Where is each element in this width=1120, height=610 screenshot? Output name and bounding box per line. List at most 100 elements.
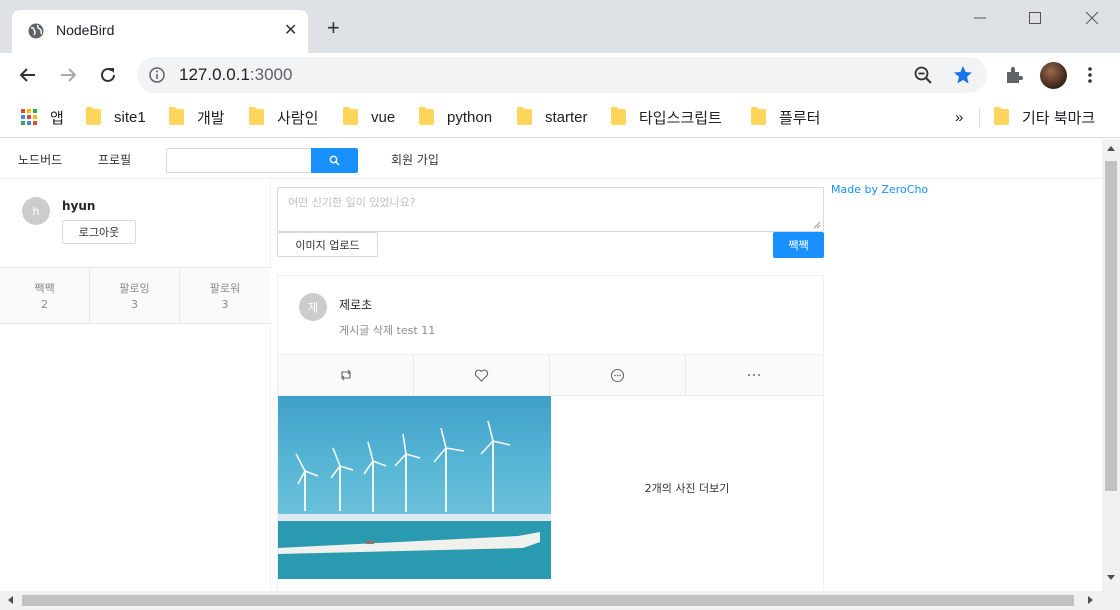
extensions-icon[interactable] [1004, 65, 1024, 85]
new-tab-icon[interactable]: + [327, 17, 340, 39]
bookmark-folder[interactable]: site1 [86, 107, 146, 127]
url-port: :3000 [249, 65, 293, 84]
post-author: 제로초 [339, 298, 373, 312]
search-button[interactable] [311, 148, 358, 173]
post-textarea[interactable]: 어떤 신기한 일이 있었나요? [277, 187, 824, 232]
bookmark-folder[interactable]: 플루터 [751, 107, 820, 127]
url-host: 127.0.0.1 [179, 65, 250, 84]
bookmark-apps[interactable]: 앱 [21, 107, 64, 127]
bookmark-label: vue [371, 108, 396, 126]
folder-icon [169, 107, 184, 125]
folder-icon [994, 107, 1009, 125]
folder-icon [517, 107, 532, 125]
bookmark-label: 플루터 [779, 109, 821, 127]
more-vert-icon[interactable] [1085, 65, 1095, 85]
zoom-out-icon[interactable] [914, 66, 932, 84]
bookmark-label: 앱 [50, 109, 64, 127]
retweet-button[interactable] [278, 355, 414, 395]
apps-grid-icon [21, 109, 37, 125]
globe-icon [28, 23, 44, 39]
folder-icon [343, 107, 358, 125]
minimize-icon[interactable] [970, 8, 990, 28]
post-image[interactable] [278, 396, 551, 579]
menu-profile-link[interactable]: 프로필 [98, 151, 131, 168]
bookmark-label: 기타 북마크 [1022, 109, 1096, 127]
horizontal-scrollbar[interactable] [0, 591, 1120, 610]
browser-tab[interactable]: NodeBird ✕ [12, 10, 308, 53]
like-button[interactable] [414, 355, 550, 395]
menu-signup-link[interactable]: 회원 가입 [391, 151, 439, 168]
search-input[interactable] [166, 148, 312, 173]
stat-label: 팔로워 [209, 282, 241, 295]
stat-label: 짹짹 [34, 282, 55, 295]
back-arrow-icon[interactable] [17, 64, 39, 86]
bookmark-folder[interactable]: 사람인 [249, 107, 318, 127]
scroll-left-icon[interactable] [7, 596, 13, 604]
close-icon[interactable]: ✕ [284, 22, 297, 38]
post-card: 제 제로초 게시글 삭제 test 11 2개의 사진 더보기 [277, 275, 824, 591]
bookmark-label: 사람인 [277, 109, 319, 127]
bookmark-folder[interactable]: starter [517, 107, 588, 127]
folder-icon [611, 107, 626, 125]
tab-title: NodeBird [56, 22, 115, 38]
heart-icon [474, 369, 489, 382]
stat-followings[interactable]: 팔로잉 3 [90, 268, 180, 324]
bookmark-label: 타입스크립트 [639, 109, 722, 127]
address-bar[interactable]: 127.0.0.1:3000 [137, 57, 987, 93]
stat-value: 3 [131, 298, 138, 311]
scroll-up-icon[interactable] [1107, 145, 1115, 151]
reload-icon[interactable] [97, 64, 119, 86]
bookmark-label: site1 [114, 108, 146, 126]
scroll-right-icon[interactable] [1088, 596, 1094, 604]
more-photos-button[interactable]: 2개의 사진 더보기 [551, 396, 823, 579]
comment-button[interactable] [550, 355, 686, 395]
forward-arrow-icon[interactable] [57, 64, 79, 86]
maximize-icon[interactable] [1025, 8, 1045, 28]
bookmarks-overflow-button[interactable]: » [955, 107, 963, 127]
bookmarks-divider [979, 108, 980, 128]
bookmark-folder[interactable]: 개발 [169, 107, 225, 127]
logout-button[interactable]: 로그아웃 [62, 220, 136, 244]
avatar: h [22, 197, 50, 225]
top-menu: 노드버드 프로필 회원 가입 [0, 139, 1102, 179]
tweet-submit-button[interactable]: 짹짹 [773, 232, 824, 258]
tab-strip: NodeBird ✕ + [0, 0, 1120, 53]
bookmark-star-icon[interactable] [953, 65, 973, 85]
bookmark-label: python [447, 108, 493, 126]
ellipsis-icon [748, 374, 760, 376]
post-actions [278, 354, 823, 396]
avatar: 제 [299, 293, 327, 321]
page-viewport: 노드버드 프로필 회원 가입 h hyun 로그아웃 짹짹 2 팔로잉 3 팔로… [0, 139, 1102, 591]
resize-grip-icon[interactable] [813, 221, 821, 229]
stat-label: 팔로잉 [119, 282, 150, 295]
bookmark-folder[interactable]: 타입스크립트 [611, 107, 722, 127]
horizontal-scroll-thumb[interactable] [22, 595, 1074, 606]
image-upload-button[interactable]: 이미지 업로드 [277, 232, 378, 257]
other-bookmarks[interactable]: 기타 북마크 [994, 107, 1095, 127]
more-button[interactable] [686, 355, 822, 395]
vertical-scroll-thumb[interactable] [1105, 161, 1117, 491]
made-by-link[interactable]: Made by ZeroCho [831, 183, 928, 196]
stat-posts[interactable]: 짹짹 2 [0, 268, 90, 324]
vertical-scrollbar[interactable] [1102, 139, 1120, 591]
bookmarks-bar: 앱 site1 개발 사람인 vue python starter 타입스크립트… [0, 98, 1120, 138]
search-icon [329, 155, 340, 166]
retweet-icon [340, 369, 351, 381]
folder-icon [249, 107, 264, 125]
scroll-down-icon[interactable] [1107, 575, 1115, 581]
bookmark-folder[interactable]: python [419, 107, 492, 127]
user-profile-card: h hyun 로그아웃 짹짹 2 팔로잉 3 팔로워 3 [0, 179, 271, 324]
bookmark-folder[interactable]: vue [343, 107, 395, 127]
user-stats: 짹짹 2 팔로잉 3 팔로워 3 [0, 267, 271, 324]
left-sidebar: h hyun 로그아웃 짹짹 2 팔로잉 3 팔로워 3 [0, 179, 271, 591]
window-close-icon[interactable] [1082, 8, 1102, 28]
folder-icon [419, 107, 434, 125]
profile-avatar[interactable] [1040, 62, 1067, 89]
stat-followers[interactable]: 팔로워 3 [180, 268, 270, 324]
folder-icon [86, 107, 101, 125]
info-icon[interactable] [149, 67, 165, 83]
post-textarea-placeholder: 어떤 신기한 일이 있었나요? [288, 196, 416, 209]
url-text: 127.0.0.1:3000 [179, 65, 292, 85]
browser-toolbar: 127.0.0.1:3000 [0, 53, 1120, 98]
menu-home-link[interactable]: 노드버드 [18, 151, 62, 168]
